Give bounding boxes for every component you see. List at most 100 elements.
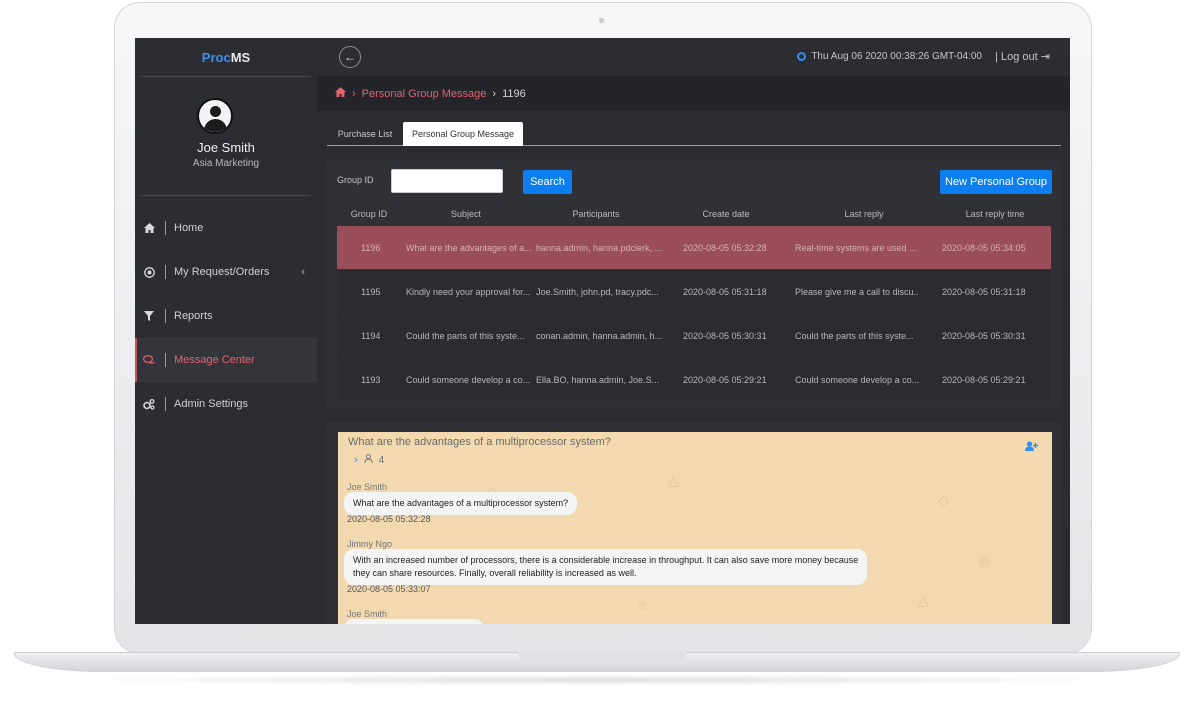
sidebar-item-label: Reports <box>174 310 213 322</box>
group-id-label: Group ID <box>337 175 374 185</box>
brand-logo[interactable]: Proc MS <box>135 38 317 76</box>
cell-subject: Could the parts of this syste... <box>406 330 525 341</box>
tab-personal-group-message[interactable]: Personal Group Message <box>403 122 523 146</box>
chevron-right-icon[interactable]: › <box>354 454 358 466</box>
column-header[interactable]: Group ID <box>337 209 401 219</box>
target-icon <box>143 266 155 278</box>
message-sender: Joe Smith <box>347 482 388 492</box>
logout-link[interactable]: | Log out ⇥ <box>995 50 1050 63</box>
message-bubble <box>344 619 484 624</box>
group-id-input[interactable] <box>391 169 503 193</box>
cell-last-reply-time: 2020-08-05 05:31:18 <box>942 286 1026 297</box>
clock: Thu Aug 06 2020 00:38:26 GMT-04:00 <box>797 51 982 62</box>
brand-part1: Proc <box>201 49 231 65</box>
table-header: Group ID Subject Participants Create dat… <box>337 209 1051 223</box>
column-header[interactable]: Subject <box>401 209 531 219</box>
sidebar-item-reports[interactable]: Reports <box>135 294 317 338</box>
cell-last-reply-time: 2020-08-05 05:34:05 <box>942 242 1026 253</box>
current-datetime: Thu Aug 06 2020 00:38:26 GMT-04:00 <box>811 51 982 62</box>
sidebar-item-label: Home <box>174 222 204 234</box>
laptop-notch <box>518 652 686 663</box>
cell-last-reply: Real-time systems are used ... <box>795 242 917 253</box>
avatar <box>197 98 233 134</box>
pattern-decoration: ◇ <box>938 492 949 508</box>
logout-icon: ⇥ <box>1040 51 1050 63</box>
new-personal-group-button[interactable]: New Personal Group <box>940 170 1052 194</box>
cell-participants: Joe.Smith, john.pd, tracy.pdc... <box>536 286 659 297</box>
tab-purchase-list[interactable]: Purchase List <box>327 122 403 146</box>
message-time: 2020-08-05 05:33:07 <box>347 584 431 594</box>
participant-count: 4 <box>378 454 385 466</box>
sidebar-item-requests[interactable]: My Request/Orders ‹ <box>135 250 317 294</box>
breadcrumb-current: 1196 <box>502 87 526 100</box>
cell-last-reply: Please give me a call to discu... <box>795 286 919 297</box>
message-sender: Joe Smith <box>347 609 388 619</box>
home-icon[interactable] <box>335 87 346 100</box>
table-row[interactable]: 1193 Could someone develop a co... Ella.… <box>337 358 1051 401</box>
message-bubble: What are the advantages of a multiproces… <box>344 492 578 515</box>
cell-subject: What are the advantages of a... <box>406 242 532 253</box>
chevron-left-icon[interactable]: ‹ <box>301 266 305 278</box>
user-name: Joe Smith <box>197 140 255 155</box>
table-row[interactable]: 1194 Could the parts of this syste... co… <box>337 314 1051 357</box>
chat-window[interactable]: ○ △ ◌ ◇ ◎ △ ○ What are the advantages of… <box>338 432 1052 624</box>
cell-participants: conan.admin, hanna.admin, h... <box>536 330 663 341</box>
cell-last-reply: Could the parts of this syste... <box>795 330 914 341</box>
search-button[interactable]: Search <box>523 170 572 194</box>
logout-label: Log out <box>1001 51 1038 63</box>
back-arrow-icon[interactable]: ← <box>339 46 361 68</box>
message-sender: Jimmy Ngo <box>347 539 393 549</box>
cell-group-id: 1193 <box>361 374 381 385</box>
cogs-icon <box>143 398 155 410</box>
sidebar-item-admin-settings[interactable]: Admin Settings <box>135 382 317 426</box>
table-row[interactable]: 1196 What are the advantages of a... han… <box>337 226 1051 269</box>
top-bar: ← Thu Aug 06 2020 00:38:26 GMT-04:00 | L… <box>317 38 1070 76</box>
chat-title: What are the advantages of a multiproces… <box>348 436 611 448</box>
sidebar-item-label: My Request/Orders <box>174 266 270 278</box>
cell-last-reply: Could someone develop a co... <box>795 374 919 385</box>
home-icon <box>143 223 155 233</box>
divider <box>141 76 311 77</box>
column-header[interactable]: Participants <box>531 209 661 219</box>
breadcrumb: › Personal Group Message › 1196 <box>317 76 1070 111</box>
column-header[interactable]: Last reply time <box>935 209 1055 219</box>
cell-group-id: 1196 <box>361 242 381 253</box>
cell-create-date: 2020-08-05 05:30:31 <box>683 330 767 341</box>
add-user-icon[interactable] <box>1025 441 1038 454</box>
user-icon <box>363 454 373 466</box>
column-header[interactable]: Create date <box>671 209 781 219</box>
cell-last-reply-time: 2020-08-05 05:30:31 <box>942 330 1026 341</box>
nav-separator <box>165 353 166 367</box>
chat-panel: ○ △ ◌ ◇ ◎ △ ○ What are the advantages of… <box>327 422 1061 624</box>
pattern-decoration: ◌ <box>778 512 787 528</box>
nav-separator <box>165 265 166 279</box>
message-bubble: With an increased number of processors, … <box>344 549 868 585</box>
pattern-decoration: ◎ <box>978 552 991 568</box>
sidebar-item-message-center[interactable]: Message Center <box>135 338 317 382</box>
app-screen: Proc MS Joe Smith Asia Marketing Home My … <box>135 38 1070 624</box>
cell-create-date: 2020-08-05 05:29:21 <box>683 374 767 385</box>
brand-part2: MS <box>230 49 251 65</box>
message-line: With an increased number of processors, … <box>353 555 859 565</box>
column-header[interactable]: Last reply <box>789 209 939 219</box>
pattern-decoration: △ <box>918 592 929 608</box>
pattern-decoration: ○ <box>638 597 647 613</box>
message-line: they can share resources. Finally, overa… <box>353 568 637 578</box>
table-row[interactable]: 1195 Kindly need your approval for... Jo… <box>337 270 1051 313</box>
cell-group-id: 1194 <box>361 330 381 341</box>
chevron-right-icon: › <box>492 87 497 100</box>
cell-participants: Ella.BO, hanna.admin, Joe.S... <box>536 374 660 385</box>
sidebar-item-home[interactable]: Home <box>135 206 317 250</box>
filter-icon <box>143 311 155 321</box>
sidebar-item-label: Admin Settings <box>174 398 248 410</box>
device-shadow <box>60 674 1134 686</box>
cell-group-id: 1195 <box>361 286 381 297</box>
cell-create-date: 2020-08-05 05:32:28 <box>683 242 767 253</box>
tab-bar: Purchase List Personal Group Message <box>327 122 1061 146</box>
divider <box>141 195 311 196</box>
nav-separator <box>165 397 166 411</box>
clock-icon <box>797 52 807 61</box>
cell-participants: hanna.admin, hanna.pdclerk, ... <box>536 242 663 253</box>
breadcrumb-section[interactable]: Personal Group Message <box>362 88 487 100</box>
group-list-panel: Group ID Search New Personal Group Group… <box>327 160 1061 408</box>
